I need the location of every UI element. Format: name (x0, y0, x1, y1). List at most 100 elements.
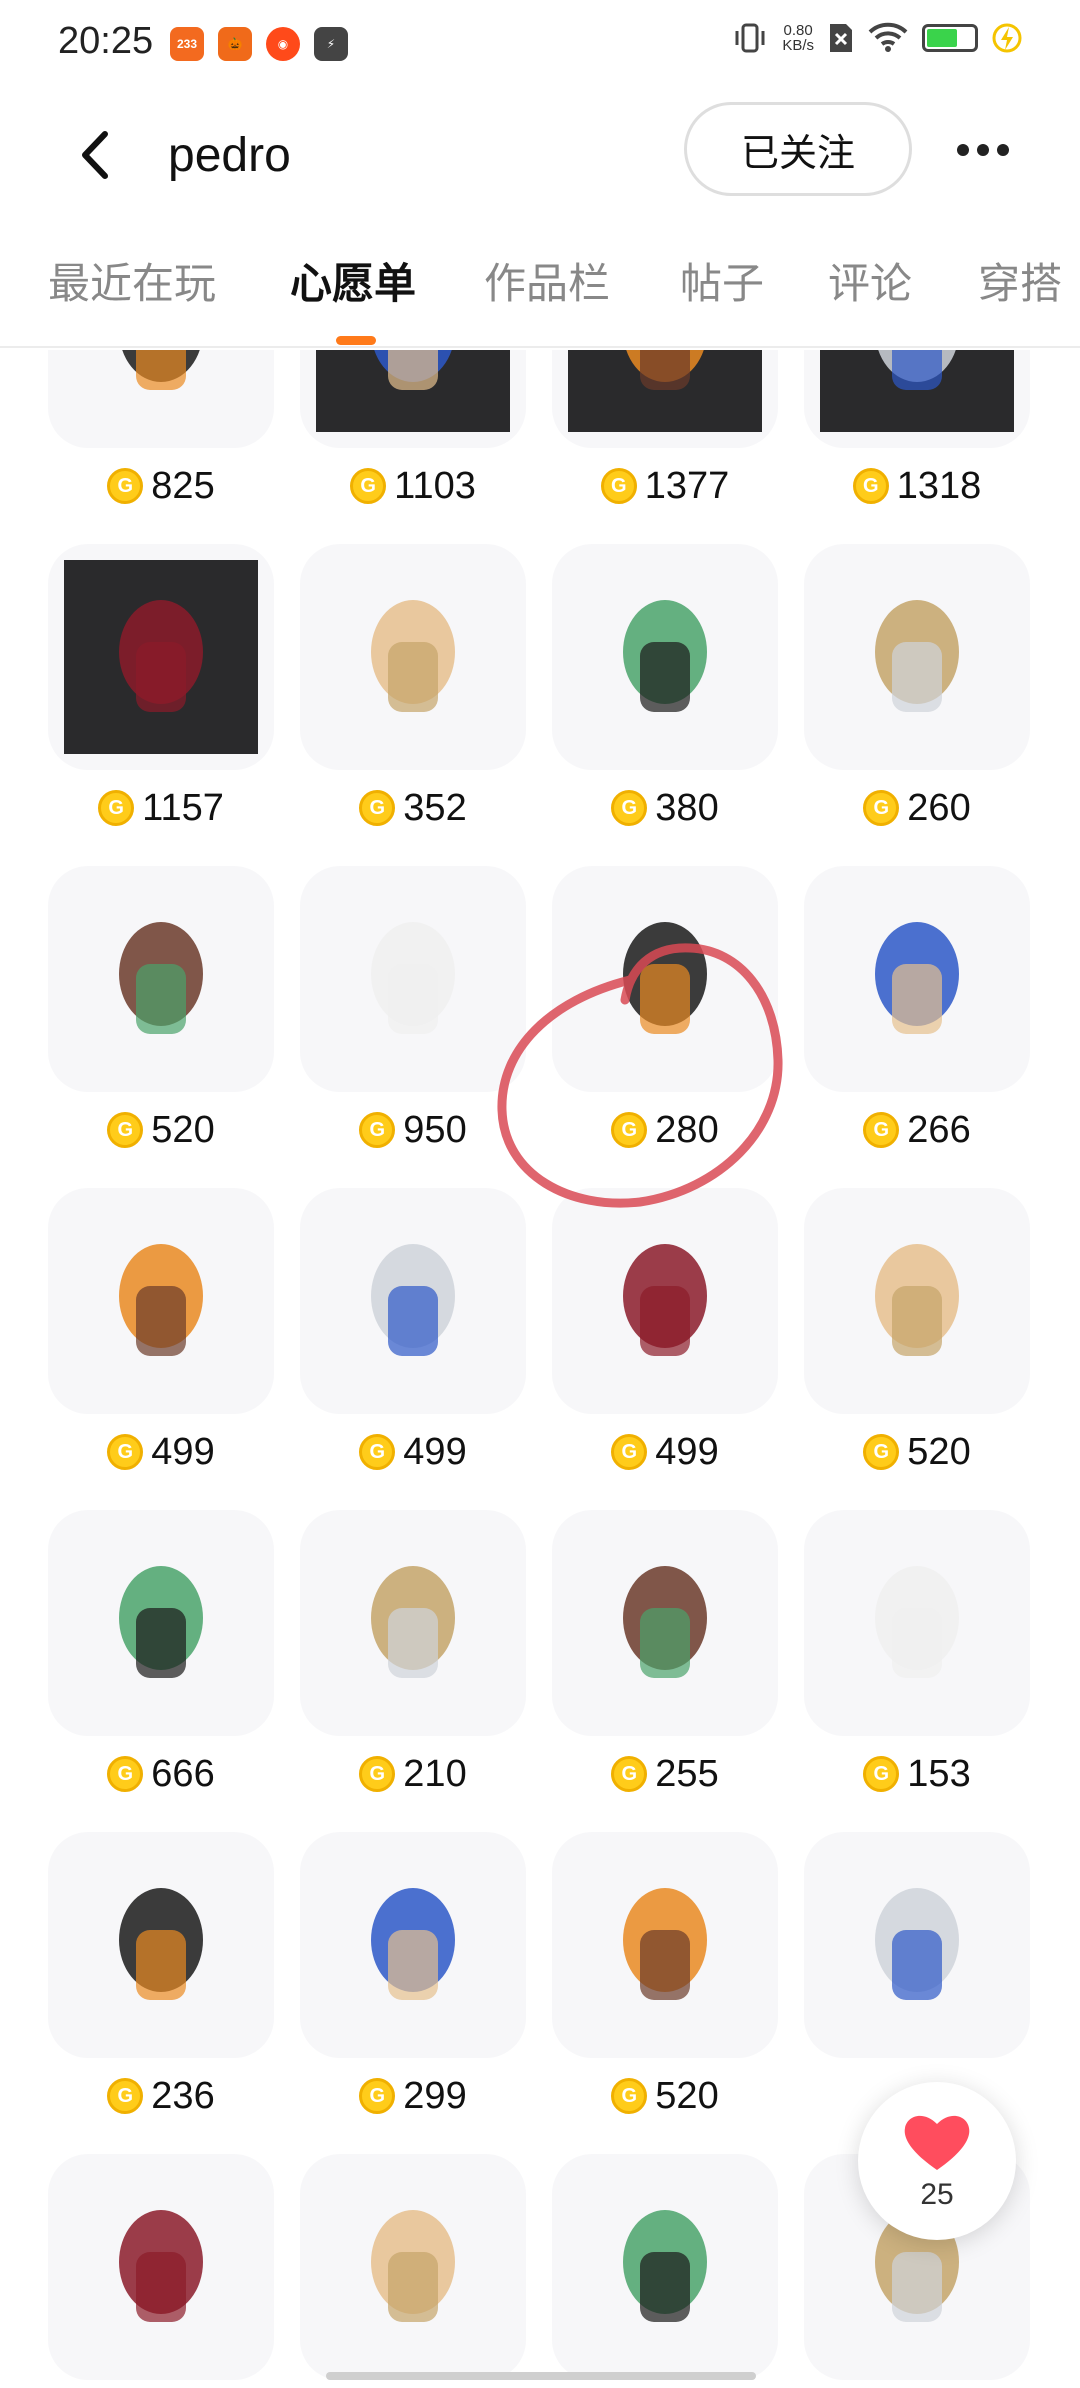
like-count: 25 (920, 2178, 954, 2211)
item-card[interactable] (300, 1510, 526, 1736)
wishlist-item[interactable]: G 825 (48, 350, 274, 507)
wishlist-item[interactable]: G 950 (300, 866, 526, 1151)
item-price-row: G 260 (804, 780, 1030, 836)
wishlist-item[interactable]: G 1157 (48, 544, 274, 829)
wishlist-item[interactable]: G 1318 (804, 350, 1030, 507)
item-card[interactable] (804, 1832, 1030, 2058)
item-card[interactable] (552, 1832, 778, 2058)
wishlist-item[interactable]: G 380 (552, 544, 778, 829)
item-card[interactable] (300, 350, 526, 448)
item-card[interactable] (300, 2154, 526, 2380)
coin-icon: G (863, 1756, 900, 1792)
more-options-button[interactable] (948, 120, 1018, 180)
item-thumbnail (568, 560, 762, 754)
tab-posts[interactable]: 帖子 (680, 250, 764, 311)
item-price-row: G 280 (552, 1102, 778, 1158)
item-card[interactable] (804, 350, 1030, 448)
item-card[interactable] (552, 350, 778, 448)
wishlist-item[interactable] (48, 2154, 274, 2380)
wishlist-item[interactable]: G 499 (300, 1188, 526, 1473)
item-card[interactable] (804, 1188, 1030, 1414)
item-thumbnail (64, 2170, 258, 2364)
network-speed: 0.80 KB/s (782, 23, 814, 53)
item-card[interactable] (552, 2154, 778, 2380)
item-card[interactable] (552, 866, 778, 1092)
app-233-icon: 233 (170, 27, 204, 61)
item-price: 1157 (142, 786, 224, 829)
item-thumbnail (820, 1848, 1014, 2042)
item-price-row: G 255 (552, 1746, 778, 1802)
wishlist-item[interactable]: G 520 (552, 1832, 778, 2117)
item-card[interactable] (48, 2154, 274, 2380)
active-tab-indicator (336, 336, 376, 345)
item-price: 280 (655, 1108, 719, 1151)
tab-comments[interactable]: 评论 (828, 250, 912, 311)
item-card[interactable] (48, 1188, 274, 1414)
wishlist-item[interactable]: G 280 (552, 866, 778, 1151)
following-button[interactable]: 已关注 (684, 102, 912, 196)
item-card[interactable] (804, 866, 1030, 1092)
item-card[interactable] (552, 1510, 778, 1736)
wishlist-item[interactable]: G 499 (552, 1188, 778, 1473)
item-price: 1103 (394, 464, 476, 507)
tab-outfits[interactable]: 穿搭 (978, 250, 1062, 311)
wishlist-item[interactable]: G 210 (300, 1510, 526, 1795)
wishlist-item[interactable]: G 255 (552, 1510, 778, 1795)
wishlist-item[interactable]: G 266 (804, 866, 1030, 1151)
item-card[interactable] (48, 866, 274, 1092)
profile-tabs: 最近在玩 心愿单 作品栏 帖子 评论 穿搭 (0, 240, 1080, 348)
wishlist-item[interactable]: G 352 (300, 544, 526, 829)
item-thumbnail (64, 350, 258, 432)
wishlist-item[interactable]: G 260 (804, 544, 1030, 829)
wishlist-item[interactable]: G 666 (48, 1510, 274, 1795)
item-price: 825 (151, 464, 215, 507)
item-price: 520 (655, 2074, 719, 2117)
like-button[interactable]: 25 (858, 2082, 1016, 2240)
tab-works[interactable]: 作品栏 (484, 250, 610, 311)
coin-icon: G (611, 1112, 648, 1148)
item-card[interactable] (48, 1510, 274, 1736)
item-price: 255 (655, 1752, 719, 1795)
item-thumbnail (316, 560, 510, 754)
item-card[interactable] (552, 544, 778, 770)
item-card[interactable] (552, 1188, 778, 1414)
item-thumbnail (64, 1526, 258, 1720)
item-thumbnail (820, 1526, 1014, 1720)
item-card[interactable] (300, 544, 526, 770)
item-card[interactable] (300, 1188, 526, 1414)
item-price-row: G 1318 (804, 458, 1030, 514)
back-button[interactable] (60, 120, 130, 190)
item-price-row: G 520 (804, 1424, 1030, 1480)
wishlist-item[interactable] (300, 2154, 526, 2380)
wishlist-item[interactable]: G 1377 (552, 350, 778, 507)
wishlist-item[interactable]: G 520 (48, 866, 274, 1151)
coin-icon: G (359, 1756, 396, 1792)
status-bar: 20:25 233 🎃 ◉ ⚡ 0.80 KB/s (0, 0, 1080, 90)
home-indicator[interactable] (326, 2372, 756, 2380)
battery-icon (922, 24, 978, 52)
wishlist-item[interactable] (552, 2154, 778, 2380)
item-card[interactable] (804, 1510, 1030, 1736)
item-thumbnail (316, 2170, 510, 2364)
wishlist-item[interactable]: G 499 (48, 1188, 274, 1473)
item-price-row: G 520 (552, 2068, 778, 2124)
item-card[interactable] (48, 1832, 274, 2058)
item-thumbnail (568, 2170, 762, 2364)
item-price-row: G 210 (300, 1746, 526, 1802)
item-price: 499 (151, 1430, 215, 1473)
item-card[interactable] (804, 544, 1030, 770)
item-card[interactable] (300, 1832, 526, 2058)
item-card[interactable] (300, 866, 526, 1092)
wishlist-item[interactable]: G 520 (804, 1188, 1030, 1473)
status-indicators: 0.80 KB/s (732, 22, 1022, 54)
tab-wishlist[interactable]: 心愿单 (290, 250, 416, 311)
tab-recently-played[interactable]: 最近在玩 (48, 250, 216, 311)
item-card[interactable] (48, 350, 274, 448)
coin-icon: G (107, 468, 144, 504)
wishlist-item[interactable]: G 299 (300, 1832, 526, 2117)
wishlist-item[interactable] (804, 1832, 1030, 2058)
item-card[interactable] (48, 544, 274, 770)
wishlist-item[interactable]: G 1103 (300, 350, 526, 507)
wishlist-item[interactable]: G 236 (48, 1832, 274, 2117)
wishlist-item[interactable]: G 153 (804, 1510, 1030, 1795)
